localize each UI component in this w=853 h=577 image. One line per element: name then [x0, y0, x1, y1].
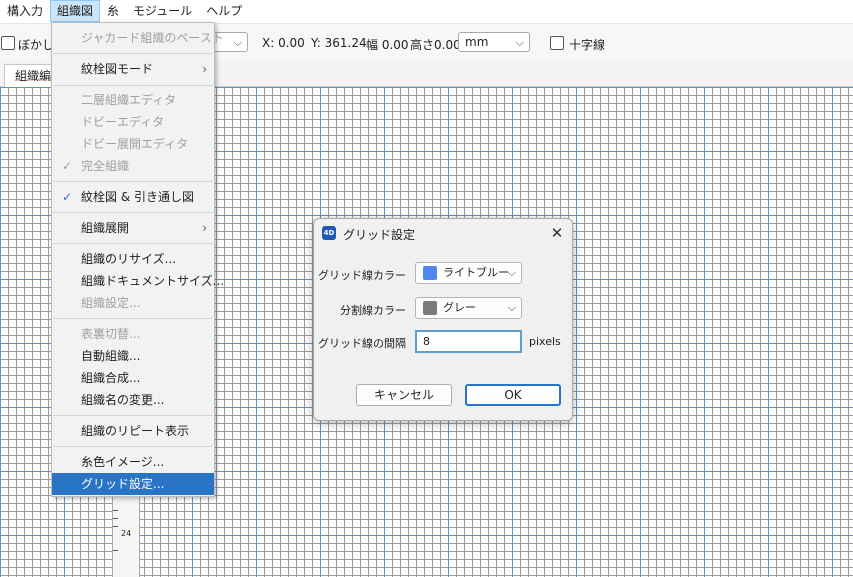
menu-module[interactable]: モジュール	[126, 0, 199, 22]
menu-item-peg-plan-draft[interactable]: ✓ 紋栓図 & 引き通し図	[52, 186, 214, 208]
grid-color-label: グリッド線カラー	[318, 269, 406, 282]
grid-spacing-input[interactable]: 8	[415, 330, 522, 353]
y-readout: Y: 361.24	[311, 36, 367, 50]
close-icon[interactable]: ✕	[548, 224, 566, 242]
menu-separator	[53, 415, 213, 416]
menu-help[interactable]: ヘルプ	[199, 0, 249, 22]
grid-color-value: ライトブルー	[443, 266, 509, 279]
menu-item-paste-jacquard[interactable]: ジャカード組織のペースト	[52, 27, 224, 49]
chevron-down-icon: ⌵	[233, 36, 242, 49]
menu-separator	[53, 53, 213, 54]
divider-color-label: 分割線カラー	[340, 304, 406, 317]
vertical-ruler: 24	[112, 490, 140, 577]
menu-yarn[interactable]: 糸	[100, 0, 126, 22]
crosshair-label: 十字線	[569, 38, 606, 52]
divider-color-select[interactable]: グレー ⌵	[415, 297, 522, 319]
dialog-title-bar[interactable]: 4D グリッド設定 ✕	[314, 219, 572, 247]
menu-item-weave-repeat-view[interactable]: 組織のリピート表示	[52, 420, 214, 442]
menu-item-dobby-expand-editor[interactable]: ドビー展開エディタ	[52, 133, 214, 155]
menu-item-auto-weave[interactable]: 自動組織...	[52, 345, 214, 367]
divider-color-value: グレー	[443, 301, 476, 314]
menu-item-weave-settings[interactable]: 組織設定...	[52, 292, 214, 314]
menu-separator	[53, 212, 213, 213]
grid-spacing-label: グリッド線の間隔	[318, 337, 406, 350]
menu-separator	[53, 85, 213, 86]
checkmark-icon: ✓	[62, 159, 73, 173]
menu-item-weave-document-size[interactable]: 組織ドキュメントサイズ...	[52, 270, 224, 292]
crosshair-checkbox[interactable]	[550, 36, 564, 50]
menu-bar: 構入力 組織図 糸 モジュール ヘルプ	[0, 0, 853, 22]
chevron-right-icon: ›	[202, 221, 207, 235]
chevron-down-icon: ⌵	[515, 36, 524, 49]
menu-input[interactable]: 構入力	[0, 0, 50, 22]
cancel-button[interactable]: キャンセル	[356, 384, 452, 406]
menu-item-grid-settings[interactable]: グリッド設定...	[52, 473, 214, 495]
grid-spacing-unit: pixels	[529, 335, 561, 348]
menu-separator	[53, 318, 213, 319]
menu-item-weave-resize[interactable]: 組織のリサイズ...	[52, 248, 214, 270]
menu-item-full-weave[interactable]: ✓ 完全組織	[52, 155, 214, 177]
menu-item-weave-rename[interactable]: 組織名の変更...	[52, 389, 214, 411]
menu-item-peg-plan-mode[interactable]: 紋栓図モード ›	[52, 58, 214, 80]
menu-separator	[53, 243, 213, 244]
menu-weave-diagram[interactable]: 組織図	[50, 0, 101, 22]
blur-checkbox[interactable]	[1, 36, 15, 50]
menu-item-weave-expand[interactable]: 組織展開 ›	[52, 217, 214, 239]
weave-diagram-menu: ジャカード組織のペースト 紋栓図モード › 二層組織エディタ ドビーエディタ ド…	[51, 22, 224, 497]
ok-button[interactable]: OK	[465, 384, 561, 406]
menu-item-face-back-toggle[interactable]: 表裏切替...	[52, 323, 214, 345]
chevron-right-icon: ›	[202, 62, 207, 76]
height-readout: 高さ0.00	[410, 38, 461, 52]
menu-item-double-layer-editor[interactable]: 二層組織エディタ	[52, 89, 214, 111]
ruler-label: 24	[121, 529, 132, 538]
dialog-title: グリッド設定	[343, 228, 416, 242]
unit-value: mm	[465, 35, 489, 49]
unit-select[interactable]: mm ⌵	[458, 32, 530, 52]
grid-color-select[interactable]: ライトブルー ⌵	[415, 262, 522, 284]
chevron-down-icon: ⌵	[507, 301, 516, 314]
color-swatch	[423, 266, 437, 280]
menu-separator	[53, 446, 213, 447]
menu-item-yarn-color-image[interactable]: 糸色イメージ...	[52, 451, 214, 473]
menu-item-weave-compose[interactable]: 組織合成...	[52, 367, 214, 389]
chevron-down-icon: ⌵	[507, 266, 516, 279]
width-readout: 幅 0.00	[366, 38, 409, 52]
app-logo-icon: 4D	[322, 226, 336, 240]
checkmark-icon: ✓	[62, 190, 73, 204]
menu-item-dobby-editor[interactable]: ドビーエディタ	[52, 111, 214, 133]
grid-settings-dialog: 4D グリッド設定 ✕ グリッド線カラー ライトブルー ⌵ 分割線カラー グレー…	[313, 218, 573, 421]
color-swatch	[423, 301, 437, 315]
x-readout: X: 0.00	[262, 36, 305, 50]
blur-label: ぼかし	[18, 38, 55, 52]
menu-separator	[53, 181, 213, 182]
